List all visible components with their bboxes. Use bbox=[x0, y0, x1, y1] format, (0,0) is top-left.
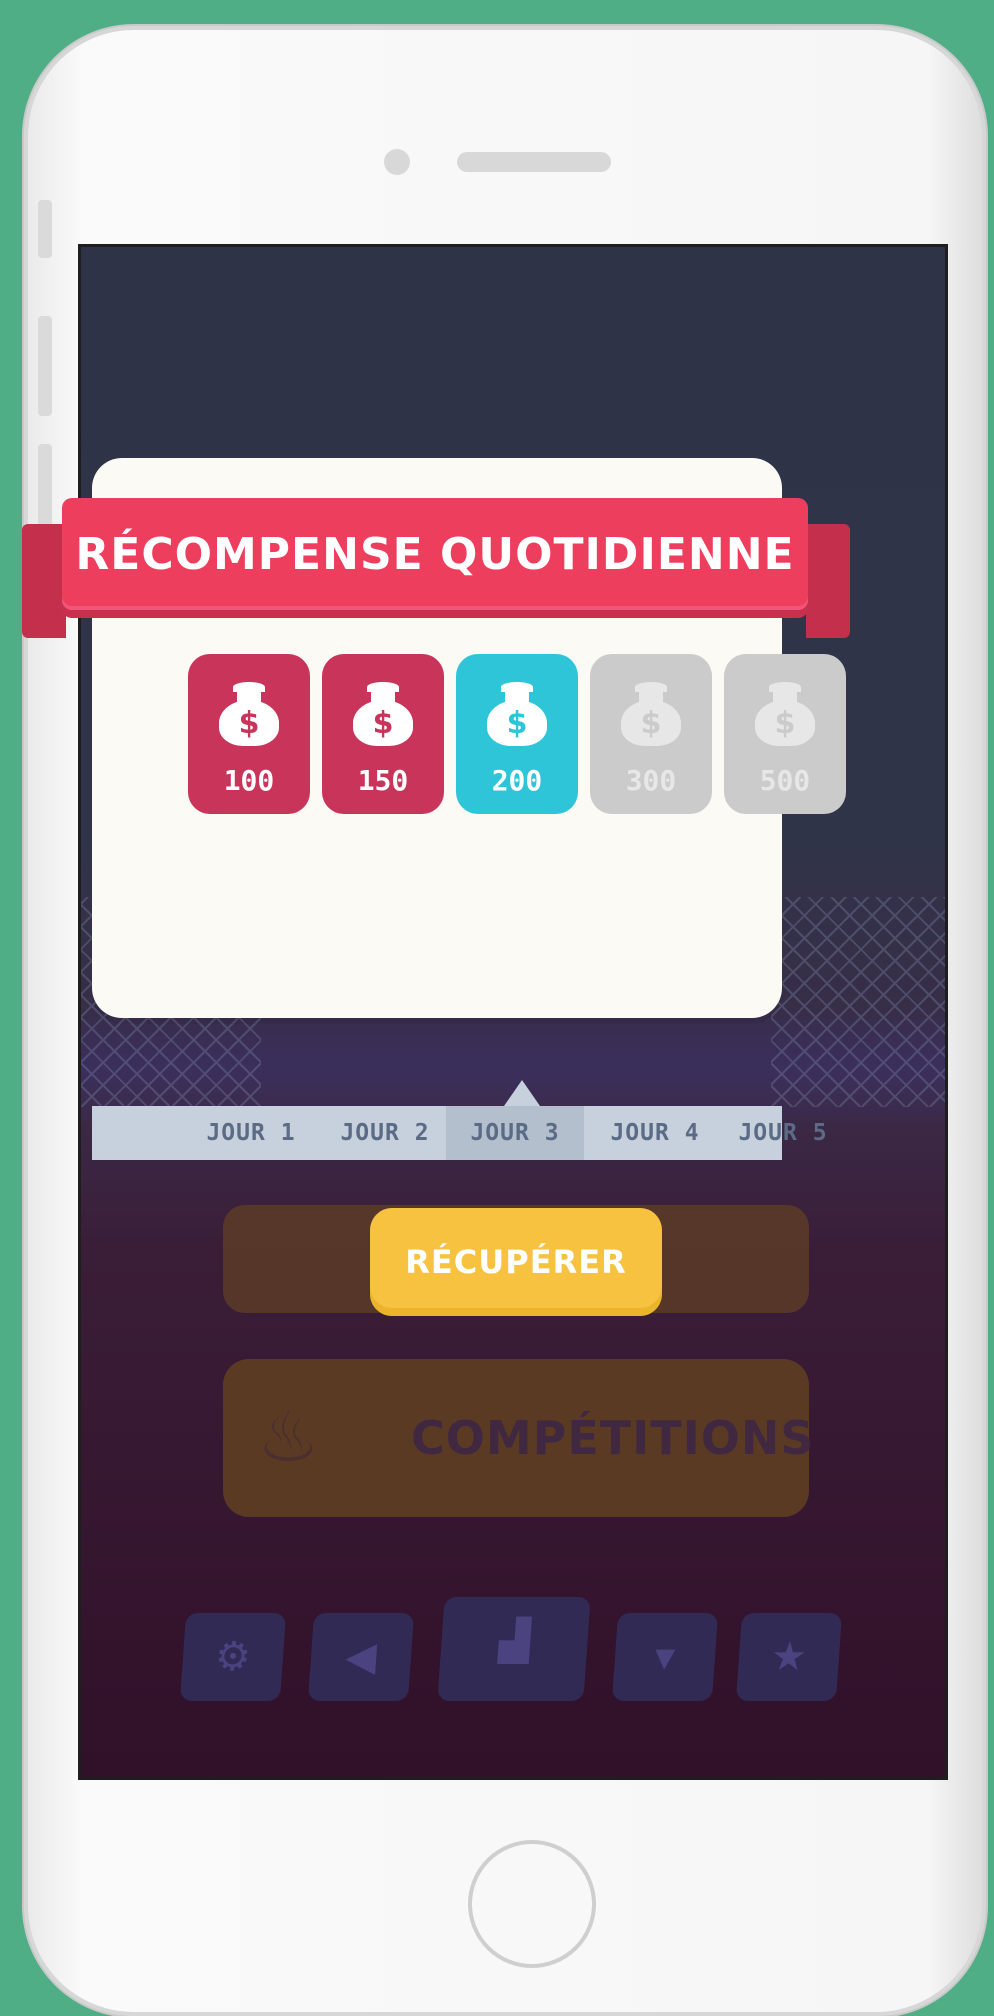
speaker-icon: ◀ bbox=[307, 1613, 415, 1701]
goal-net-right bbox=[771, 897, 945, 1107]
money-bag-icon: $ bbox=[353, 682, 413, 746]
phone-mute-switch bbox=[38, 200, 52, 258]
home-button[interactable] bbox=[468, 1840, 596, 1968]
day-label-3: JOUR 3 bbox=[470, 1120, 560, 1146]
reward-tile-day-1[interactable]: $ 100 bbox=[188, 654, 310, 814]
reward-amount: 100 bbox=[223, 764, 275, 797]
reward-amount: 150 bbox=[357, 764, 409, 797]
star-icon: ★ bbox=[735, 1613, 843, 1701]
gear-icon: ⚙ bbox=[179, 1613, 287, 1701]
claim-button[interactable]: RÉCUPÉRER bbox=[370, 1208, 662, 1316]
shirt-icon: ▾ bbox=[611, 1613, 719, 1701]
day-label-1: JOUR 1 bbox=[206, 1120, 296, 1146]
reward-tile-day-5[interactable]: $ 500 bbox=[724, 654, 846, 814]
reward-tile-day-4[interactable]: $ 300 bbox=[590, 654, 712, 814]
money-bag-icon: $ bbox=[487, 682, 547, 746]
competitions-label: COMPÉTITIONS bbox=[411, 1411, 815, 1465]
ribbon-tail-right bbox=[806, 524, 850, 638]
day-label-5: JOUR 5 bbox=[738, 1120, 828, 1146]
modal-title: RÉCOMPENSE QUOTIDIENNE bbox=[75, 528, 795, 580]
money-bag-icon: $ bbox=[621, 682, 681, 746]
reward-amount: 300 bbox=[625, 764, 677, 797]
podium-icon: ▟ bbox=[437, 1597, 591, 1701]
front-camera bbox=[384, 149, 410, 175]
money-bag-icon: $ bbox=[219, 682, 279, 746]
reward-amount: 500 bbox=[759, 764, 811, 797]
current-day-pointer bbox=[504, 1080, 540, 1106]
reward-amount: 200 bbox=[491, 764, 543, 797]
ribbon-tail-left bbox=[22, 524, 66, 638]
money-bag-icon: $ bbox=[755, 682, 815, 746]
torch-icon: ♨ bbox=[257, 1396, 320, 1478]
reward-tile-day-3[interactable]: $ 200 bbox=[456, 654, 578, 814]
phone-speaker bbox=[457, 152, 611, 172]
phone-volume-up bbox=[38, 316, 52, 416]
modal-title-ribbon: RÉCOMPENSE QUOTIDIENNE bbox=[62, 498, 808, 610]
reward-tile-day-2[interactable]: $ 150 bbox=[322, 654, 444, 814]
day-label-4: JOUR 4 bbox=[610, 1120, 700, 1146]
day-label-2: JOUR 2 bbox=[340, 1120, 430, 1146]
